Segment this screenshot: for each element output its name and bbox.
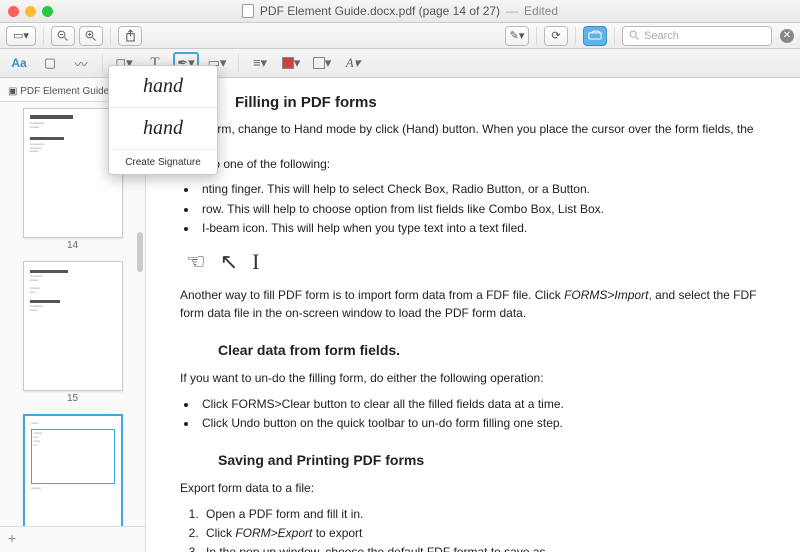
heading-clear-data: Clear data from form fields. xyxy=(218,342,766,358)
heading-filling-forms: Filling in PDF forms xyxy=(235,94,766,111)
primary-toolbar: ▭▾ ✎▾ ⟳ Search ✕ xyxy=(0,23,800,49)
cursor-icons-row: ☜ ↖ I xyxy=(186,249,766,275)
document-icon xyxy=(242,4,254,18)
signature-popup: hand hand Create Signature xyxy=(108,65,218,175)
page-number: 14 xyxy=(18,240,127,251)
ibeam-cursor-icon: I xyxy=(252,249,259,275)
list-item: I-beam icon. This will help when you typ… xyxy=(198,220,766,237)
create-signature-button[interactable]: Create Signature xyxy=(109,150,217,174)
signature-option-2[interactable]: hand xyxy=(109,108,217,150)
paragraph: If you want to un-do the filling form, d… xyxy=(180,370,766,387)
draw-tool[interactable]: 〰 xyxy=(68,52,94,74)
stroke-color-tool[interactable]: ▾ xyxy=(309,52,335,74)
close-search-icon[interactable]: ✕ xyxy=(780,29,794,43)
list-item: nting finger. This will help to select C… xyxy=(198,181,766,198)
list-item: Click Undo button on the quick toolbar t… xyxy=(198,415,766,432)
fill-color-tool[interactable]: ▾ xyxy=(278,52,304,74)
list-item: Click FORM>Export to export xyxy=(202,525,766,542)
page-thumbnail-current[interactable]: ▪▪▪▪▪▪▪ ▪▪▪▪▪▪▪▪▪▪▪▪▪▪▪▪▪▪▪▪▪ ▪▪▪▪▪▪▪▪▪▪ xyxy=(23,414,123,526)
minimize-button[interactable] xyxy=(25,6,36,17)
scrollbar[interactable] xyxy=(137,232,143,272)
arrow-cursor-icon: ↖ xyxy=(220,249,238,275)
paragraph: Another way to fill PDF form is to impor… xyxy=(180,287,766,322)
crop-tool[interactable]: ▢ xyxy=(37,52,63,74)
markup-button[interactable] xyxy=(583,26,607,46)
list-item: Open a PDF form and fill it in. xyxy=(202,506,766,523)
list-item: row. This will help to choose option fro… xyxy=(198,201,766,218)
text-select-tool[interactable]: Aa xyxy=(6,52,32,74)
add-page-button[interactable]: + xyxy=(0,526,145,548)
signature-option-1[interactable]: hand xyxy=(109,66,217,108)
search-input[interactable]: Search xyxy=(622,26,772,46)
list-item: Click FORMS>Clear button to clear all th… xyxy=(198,396,766,413)
document-content: Filling in PDF forms PDF form, change to… xyxy=(146,78,800,552)
font-style-tool[interactable]: A▾ xyxy=(340,52,366,74)
search-icon xyxy=(629,30,640,41)
paragraph: Export form data to a file: xyxy=(180,480,766,497)
rotate-button[interactable]: ⟳ xyxy=(544,26,568,46)
hand-cursor-icon: ☜ xyxy=(186,249,206,275)
maximize-button[interactable] xyxy=(42,6,53,17)
window-status: Edited xyxy=(524,4,558,18)
view-mode-button[interactable]: ▭▾ xyxy=(6,26,36,46)
window-title: PDF Element Guide.docx.pdf (page 14 of 2… xyxy=(260,4,500,18)
close-button[interactable] xyxy=(8,6,19,17)
page-thumbnail[interactable]: ▪▪▪▪▪▪▪▪▪▪▪▪▪▪▪▪▪▪▪▪▪▪▪▪▪▪▪▪▪▪▪▪▪▪▪ ▪▪▪▪… xyxy=(23,261,123,391)
zoom-in-button[interactable] xyxy=(79,26,103,46)
page-number: 15 xyxy=(18,393,127,404)
highlight-tool-button[interactable]: ✎▾ xyxy=(505,26,529,46)
list-item: In the pop up window, choose the default… xyxy=(202,544,766,552)
share-button[interactable] xyxy=(118,26,142,46)
search-placeholder: Search xyxy=(644,30,679,42)
traffic-lights xyxy=(8,6,53,17)
zoom-out-button[interactable] xyxy=(51,26,75,46)
window-titlebar: PDF Element Guide.docx.pdf (page 14 of 2… xyxy=(0,0,800,23)
heading-saving-printing: Saving and Printing PDF forms xyxy=(218,452,766,468)
line-style-tool[interactable]: ≡▾ xyxy=(247,52,273,74)
